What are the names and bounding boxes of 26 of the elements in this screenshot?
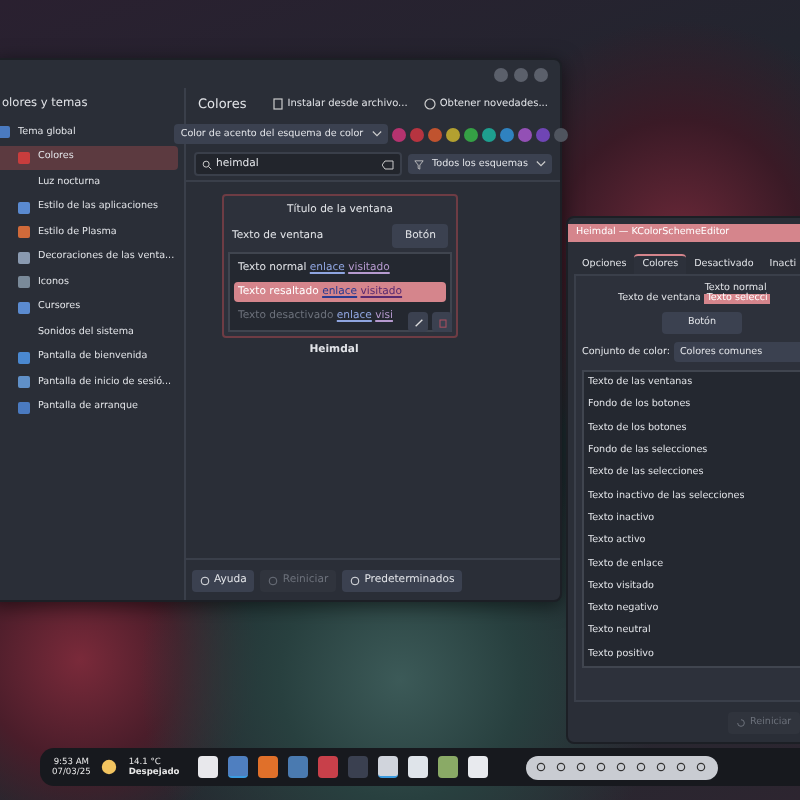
color-swatch[interactable] [427,127,442,141]
app-icon[interactable] [227,756,248,778]
color-swatch[interactable] [499,127,514,141]
file-icon [271,98,284,110]
edit-button[interactable] [408,312,428,332]
chevron-down-icon [371,130,382,138]
trash-icon [437,317,447,327]
color-swatch[interactable] [553,127,568,141]
sun-icon [100,758,119,776]
color-swatch[interactable] [463,127,478,141]
app-icon[interactable] [407,756,428,778]
app-icon[interactable] [467,756,488,778]
search-icon [202,159,212,169]
color-swatch[interactable] [535,127,550,141]
color-swatch[interactable] [445,127,460,141]
pencil-icon [413,317,423,327]
clear-icon[interactable] [382,159,395,169]
app-icon[interactable] [197,756,218,778]
app-icon[interactable] [437,756,458,778]
app-icon[interactable] [377,756,398,778]
color-swatch[interactable] [409,127,424,141]
filter-icon [414,159,425,169]
color-swatch[interactable] [391,127,406,141]
color-swatch[interactable] [481,127,496,141]
chevron-down-icon [536,160,546,168]
color-swatch[interactable] [517,127,532,141]
